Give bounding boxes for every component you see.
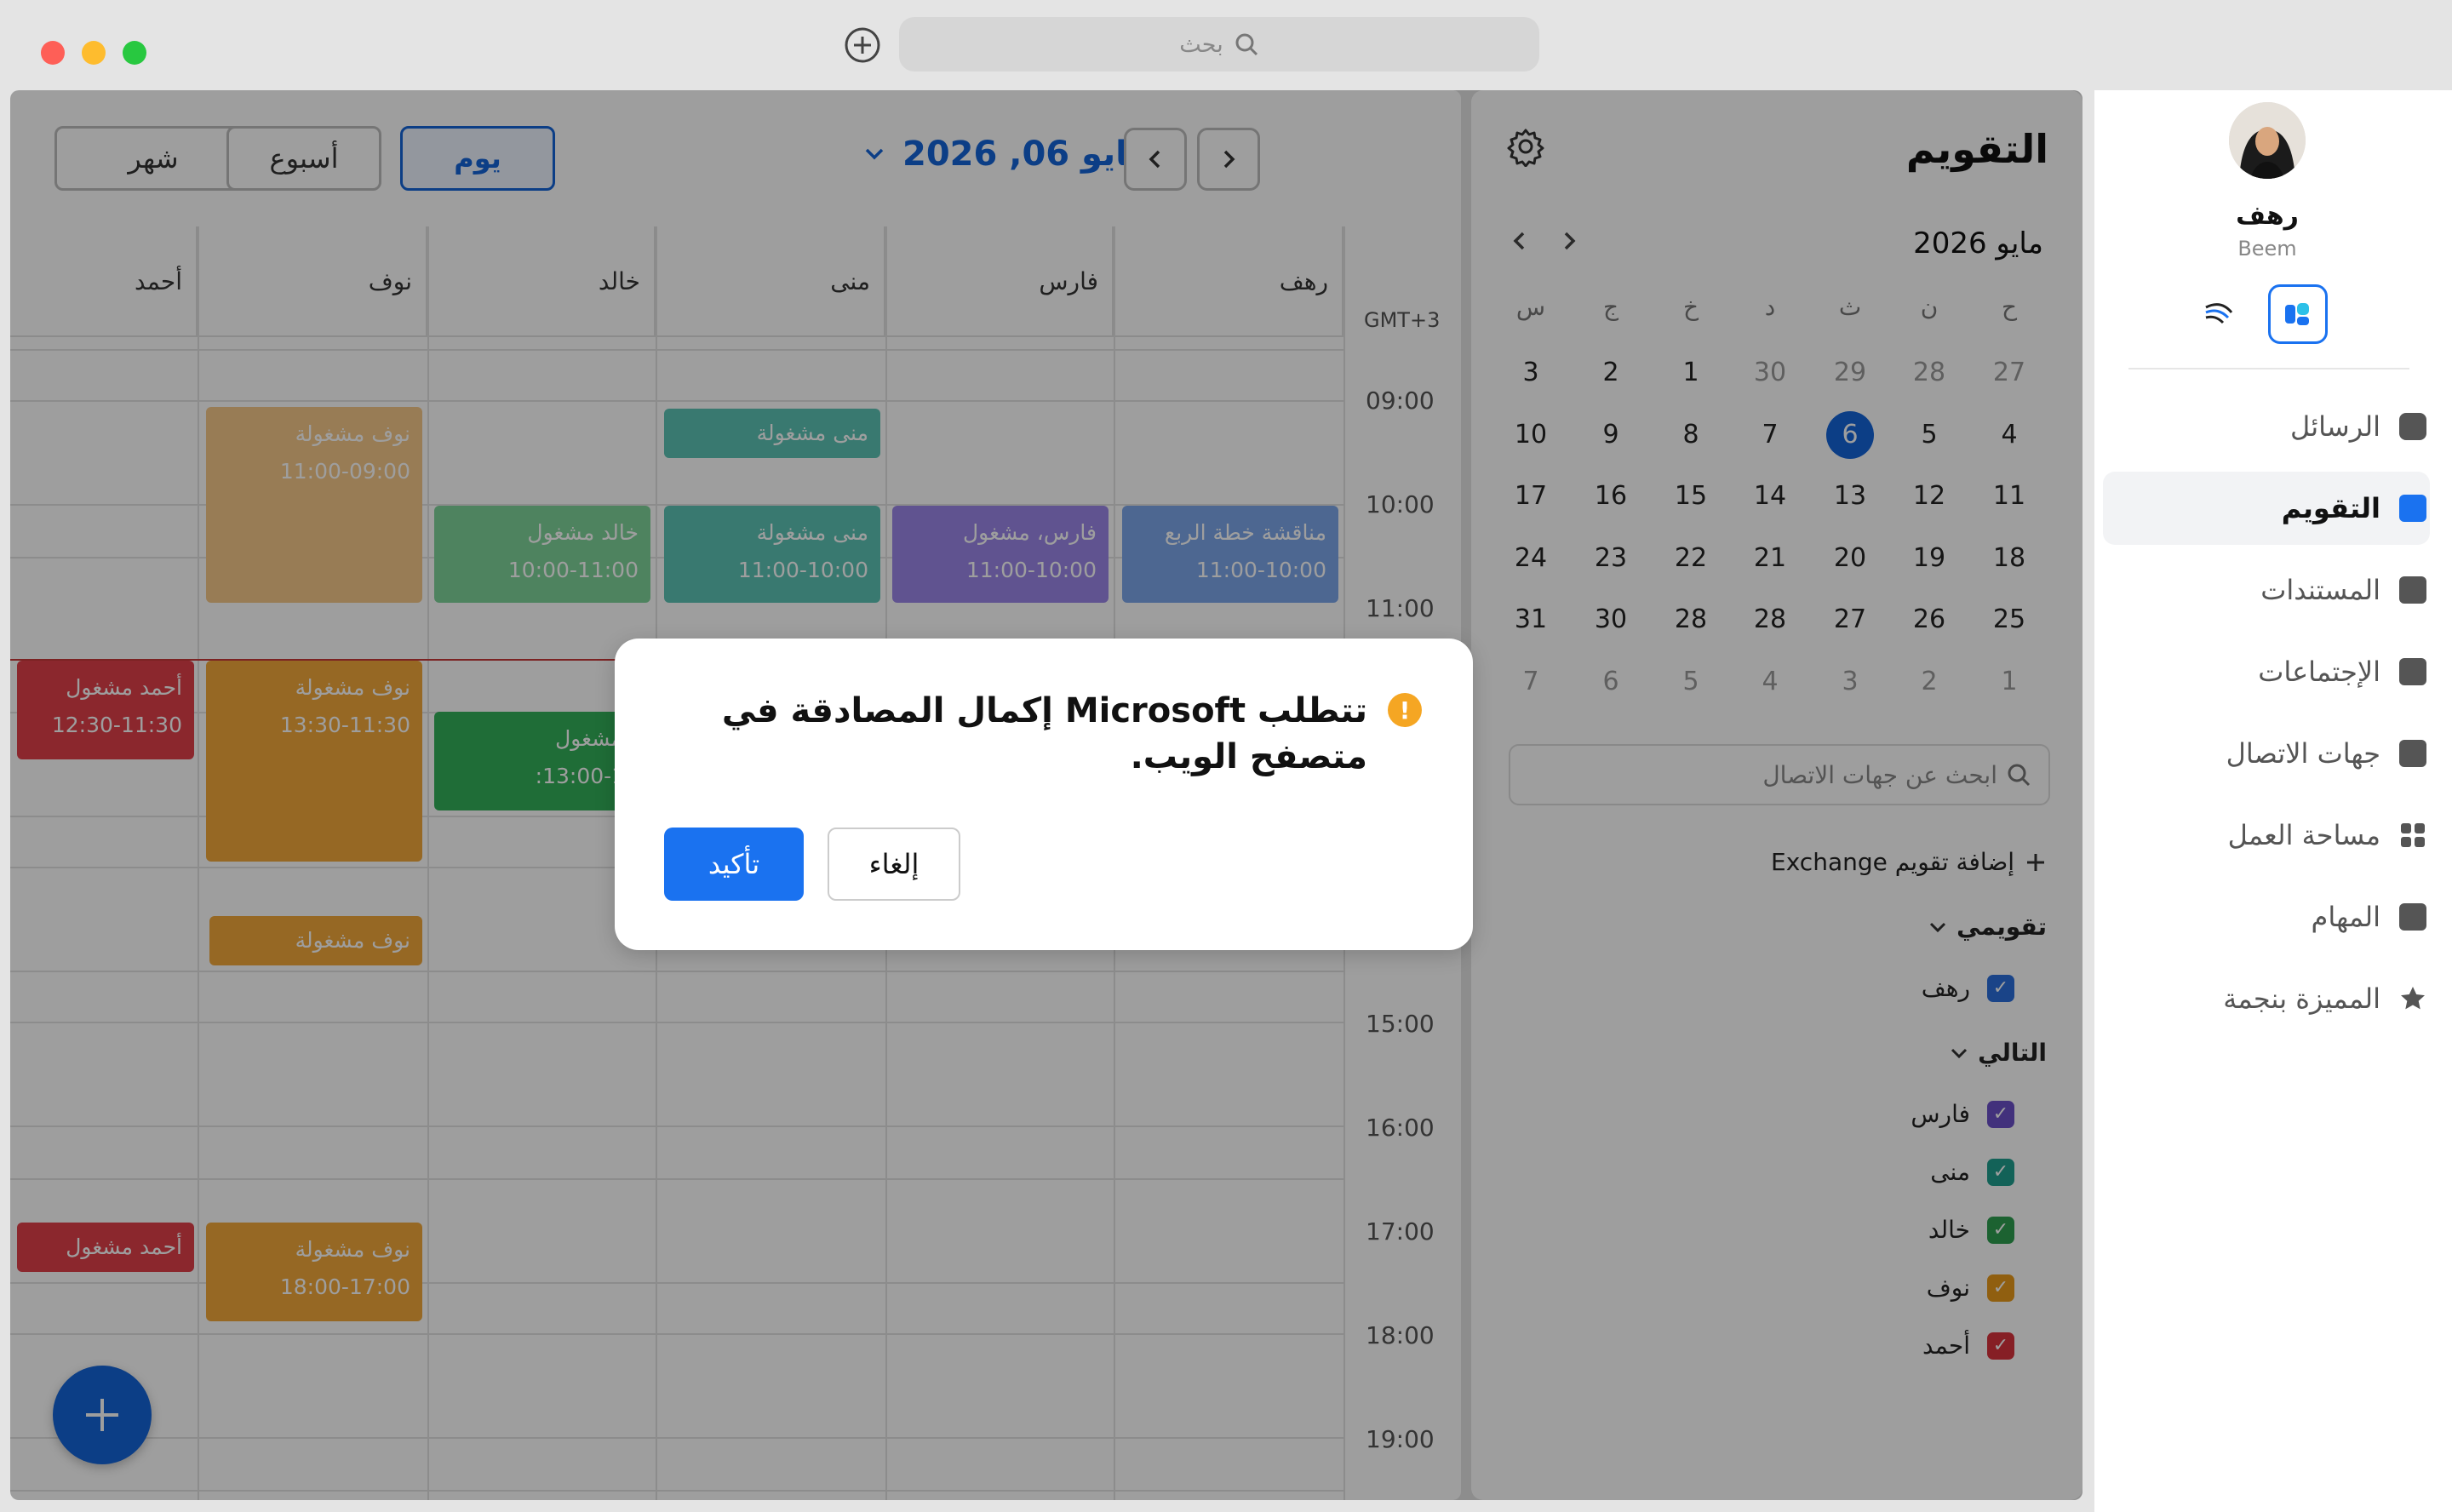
- global-search-input[interactable]: بحث: [899, 17, 1539, 72]
- search-placeholder: بحث: [1179, 31, 1223, 58]
- star-icon: [2399, 985, 2426, 1012]
- wing-logo-icon: [2205, 303, 2233, 324]
- warning-icon: !: [1388, 693, 1422, 727]
- document-icon: [2399, 576, 2426, 604]
- add-icon[interactable]: [843, 26, 882, 65]
- sidebar-item-meetings[interactable]: الإجتماعات: [2258, 656, 2426, 688]
- workspace-switch-active[interactable]: [2268, 284, 2328, 344]
- org-name: Beem: [2237, 237, 2297, 261]
- sidebar-item-messages[interactable]: الرسائل: [2290, 410, 2426, 443]
- user-name: رهف: [2236, 201, 2299, 231]
- cancel-button[interactable]: إلغاء: [828, 828, 960, 901]
- minimize-window-button[interactable]: [82, 41, 106, 65]
- sidebar-item-contacts[interactable]: جهات الاتصال: [2226, 737, 2426, 770]
- sidebar-item-tasks[interactable]: المهام: [2312, 901, 2426, 933]
- avatar[interactable]: [2229, 102, 2306, 179]
- sidebar-item-starred[interactable]: المميزة بنجمة: [2223, 982, 2426, 1015]
- search-icon: [1235, 33, 1258, 56]
- grid-icon: [2399, 822, 2426, 849]
- auth-dialog: ! تتطلب Microsoft إكمال المصادقة في متصف…: [615, 639, 1473, 950]
- close-window-button[interactable]: [41, 41, 65, 65]
- workspace-switch-1[interactable]: [2195, 289, 2243, 337]
- beem-logo-icon: [2285, 303, 2309, 325]
- sidebar-item-calendar[interactable]: التقويم: [2282, 492, 2426, 524]
- sidebar-item-workspace[interactable]: مساحة العمل: [2228, 819, 2426, 851]
- maximize-window-button[interactable]: [123, 41, 146, 65]
- dialog-message: تتطلب Microsoft إكمال المصادقة في متصفح …: [721, 691, 1367, 776]
- confirm-button[interactable]: تأكيد: [664, 828, 804, 901]
- chat-icon: [2399, 413, 2426, 440]
- app-sidebar: رهف Beem الرسائل التقويم المستندات الإجت…: [2094, 90, 2452, 1512]
- sidebar-item-documents[interactable]: المستندات: [2260, 574, 2426, 606]
- task-check-icon: [2399, 903, 2426, 931]
- video-icon: [2399, 658, 2426, 685]
- contact-book-icon: [2399, 740, 2426, 767]
- calendar-icon: [2399, 495, 2426, 522]
